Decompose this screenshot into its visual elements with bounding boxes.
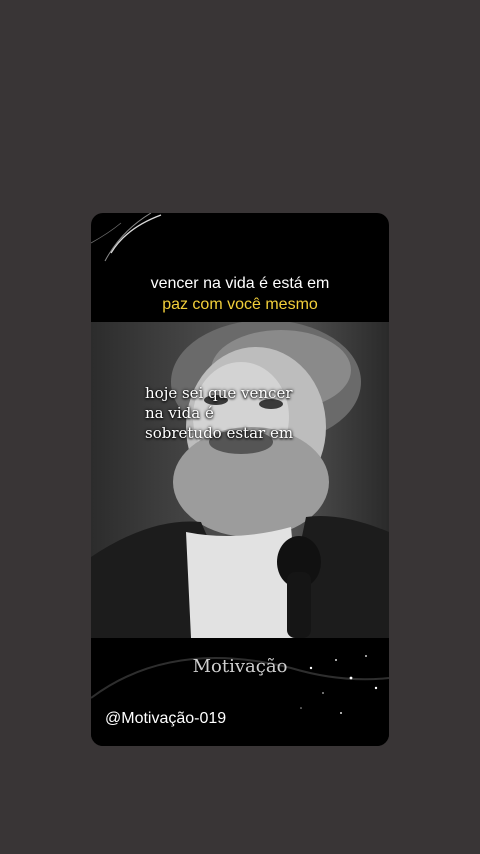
quote-line: na vida é <box>145 404 214 422</box>
channel-label: Motivação <box>192 656 288 677</box>
video-card[interactable]: vencer na vida é está em paz com você me… <box>91 213 389 746</box>
speaker-photo <box>91 322 389 638</box>
quote-line: hoje sei que vencer <box>145 384 293 402</box>
caption-line-1: vencer na vida é está em <box>150 275 330 292</box>
video-caption: vencer na vida é está em paz com você me… <box>91 273 389 315</box>
starfield-background <box>91 638 389 746</box>
channel-handle[interactable]: @Motivação-019 <box>105 710 226 728</box>
quote-line: sobretudo estar em <box>145 424 294 442</box>
speaker-quote: hoje sei que vencer na vida é sobretudo … <box>145 383 385 443</box>
caption-line-2: paz com você mesmo <box>162 296 318 313</box>
